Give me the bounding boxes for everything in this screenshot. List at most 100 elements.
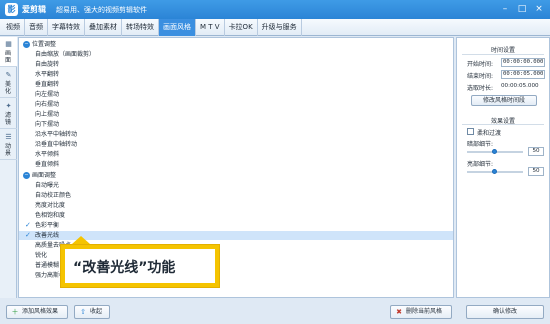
callout-text: “改善光线”功能 [73, 260, 176, 276]
collapse-label: 收起 [90, 308, 103, 315]
list-item-label: 色彩平衡 [35, 222, 60, 229]
picture-icon: ▦ [5, 40, 12, 48]
bright-detail-label: 亮部细节: [467, 161, 494, 168]
list-item-label: 向右摆动 [35, 101, 60, 108]
collapse-icon[interactable]: − [23, 41, 30, 48]
end-time-input[interactable]: 00:00:05.000 [501, 70, 545, 79]
soft-transition-checkbox[interactable] [467, 128, 474, 135]
list-item-label: 向下摆动 [35, 121, 60, 128]
list-item[interactable]: 自由旋转 [19, 60, 453, 69]
window-controls: – □ × [498, 2, 546, 16]
list-item-label: 改善光线 [35, 232, 60, 239]
side-tab-filter[interactable]: ✦ 滤镜 [0, 99, 17, 129]
duration-label: 选取时长: [467, 85, 494, 92]
group-header-picture-adjust[interactable]: − 画面调整 [19, 171, 453, 180]
tab-audio[interactable]: 音频 [25, 19, 48, 36]
side-tab-label: 动景 [5, 143, 12, 157]
list-item-label: 水平倾斜 [35, 151, 60, 158]
collapse-icon[interactable]: − [23, 172, 30, 179]
start-time-input[interactable]: 00:00:00.000 [501, 58, 545, 67]
callout-arrow [72, 236, 90, 244]
list-item[interactable]: 自由缩放（画面裁剪） [19, 50, 453, 59]
settings-panel: 时间设置 开始时间: 00:00:00.000 结束时间: 00:00:05.0… [456, 37, 550, 298]
tab-karaoke[interactable]: 卡拉OK [225, 19, 258, 36]
list-item[interactable]: 沿水平中轴转动 [19, 130, 453, 139]
list-item-label: 向上摆动 [35, 111, 60, 118]
bright-detail-value[interactable]: 50 [528, 167, 544, 176]
app-logo-icon: 影 [5, 3, 18, 16]
side-tab-picture[interactable]: ▦ 画面 [0, 37, 17, 67]
list-item[interactable]: ✓ 色彩平衡 [19, 221, 453, 230]
tab-video[interactable]: 视频 [2, 19, 25, 36]
divider [462, 124, 544, 125]
tab-transition-effects[interactable]: 转场特效 [122, 19, 159, 36]
collapse-up-icon: ⇧ [80, 308, 86, 316]
list-item[interactable]: 自动曝光 [19, 181, 453, 190]
list-item[interactable]: 垂直倾斜 [19, 160, 453, 169]
minimize-icon[interactable]: – [498, 2, 512, 16]
list-item[interactable]: 水平倾斜 [19, 150, 453, 159]
motion-icon: ☰ [5, 133, 12, 141]
list-item-label: 色相饱和度 [35, 212, 66, 219]
list-item-label: 沿垂直中轴转动 [35, 141, 78, 148]
list-item[interactable]: 向上摆动 [19, 110, 453, 119]
callout-box: “改善光线”功能 [60, 244, 220, 288]
tab-picture-style[interactable]: 画面风格 [159, 19, 196, 36]
duration-value: 00:00:05.000 [501, 83, 539, 89]
confirm-modify-button[interactable]: 确认修改 [466, 305, 544, 319]
add-style-effect-button[interactable]: ＋ 添加风格效果 [6, 305, 68, 319]
soft-transition-label: 柔和过渡 [477, 130, 502, 137]
list-item-label: 亮度对比度 [35, 202, 66, 209]
list-item[interactable]: 水平翻转 [19, 70, 453, 79]
list-item[interactable]: 向右摆动 [19, 100, 453, 109]
tab-subtitle-effects[interactable]: 字幕特效 [48, 19, 85, 36]
add-icon: ＋ [11, 308, 19, 316]
collapse-button[interactable]: ⇧ 收起 [74, 305, 110, 319]
tab-mtv[interactable]: M T V [196, 19, 225, 36]
list-item-label: 沿水平中轴转动 [35, 131, 78, 138]
list-item[interactable]: 色相饱和度 [19, 211, 453, 220]
checkmark-icon: ✓ [25, 231, 31, 239]
tab-upgrade-service[interactable]: 升级与服务 [258, 19, 302, 36]
main-tab-bar: 视频 音频 字幕特效 叠加素材 转场特效 画面风格 M T V 卡拉OK 升级与… [0, 19, 550, 36]
delete-icon: ✖ [396, 308, 402, 316]
list-item-label: 普通模糊 [35, 262, 60, 269]
maximize-icon[interactable]: □ [515, 2, 529, 16]
list-item-label: 垂直倾斜 [35, 161, 60, 168]
side-tab-motion[interactable]: ☰ 动景 [0, 130, 17, 160]
list-item-label: 自由缩放（画面裁剪） [35, 51, 96, 58]
list-item[interactable]: 亮度对比度 [19, 201, 453, 210]
list-item-label: 水平翻转 [35, 71, 60, 78]
list-item[interactable]: 沿垂直中轴转动 [19, 140, 453, 149]
modify-style-time-button[interactable]: 修改风格时间段 [471, 95, 537, 106]
app-name: 爱剪辑 [22, 5, 46, 14]
close-icon[interactable]: × [532, 2, 546, 16]
list-item-label: 锐化 [35, 252, 48, 259]
callout-inner: “改善光线”功能 [65, 249, 215, 283]
bright-detail-slider-thumb[interactable] [492, 169, 497, 174]
end-time-label: 结束时间: [467, 73, 494, 80]
filter-icon: ✦ [5, 102, 12, 110]
dark-detail-slider-thumb[interactable] [492, 149, 497, 154]
list-item[interactable]: 自动校正颜色 [19, 191, 453, 200]
list-item-label: 自动校正颜色 [35, 192, 72, 199]
dark-detail-value[interactable]: 50 [528, 147, 544, 156]
title-bar: 影 爱剪辑 超易用、强大的视频剪辑软件 – □ × [0, 0, 550, 19]
side-tab-beautify[interactable]: ✎ 美化 [0, 68, 17, 98]
group-header-position[interactable]: − 位置调整 [19, 40, 453, 49]
side-tab-bar: ▦ 画面 ✎ 美化 ✦ 滤镜 ☰ 动景 [0, 37, 17, 307]
side-tab-label: 美化 [5, 81, 12, 95]
dark-detail-label: 暗部细节: [467, 141, 494, 148]
bottom-bar: ＋ 添加风格效果 ⇧ 收起 ✖ 删除当前风格 确认修改 [0, 298, 550, 324]
app-slogan: 超易用、强大的视频剪辑软件 [56, 6, 147, 14]
side-tab-label: 画面 [5, 50, 12, 64]
list-item[interactable]: 垂直翻转 [19, 80, 453, 89]
tab-overlay-material[interactable]: 叠加素材 [85, 19, 122, 36]
list-item[interactable]: 向左摆动 [19, 90, 453, 99]
side-tab-label: 滤镜 [5, 112, 12, 126]
list-item-label: 自由旋转 [35, 61, 60, 68]
delete-style-button[interactable]: ✖ 删除当前风格 [390, 305, 452, 319]
checkmark-icon: ✓ [25, 221, 31, 229]
list-item-label: 自动曝光 [35, 182, 60, 189]
list-item[interactable]: 向下摆动 [19, 120, 453, 129]
